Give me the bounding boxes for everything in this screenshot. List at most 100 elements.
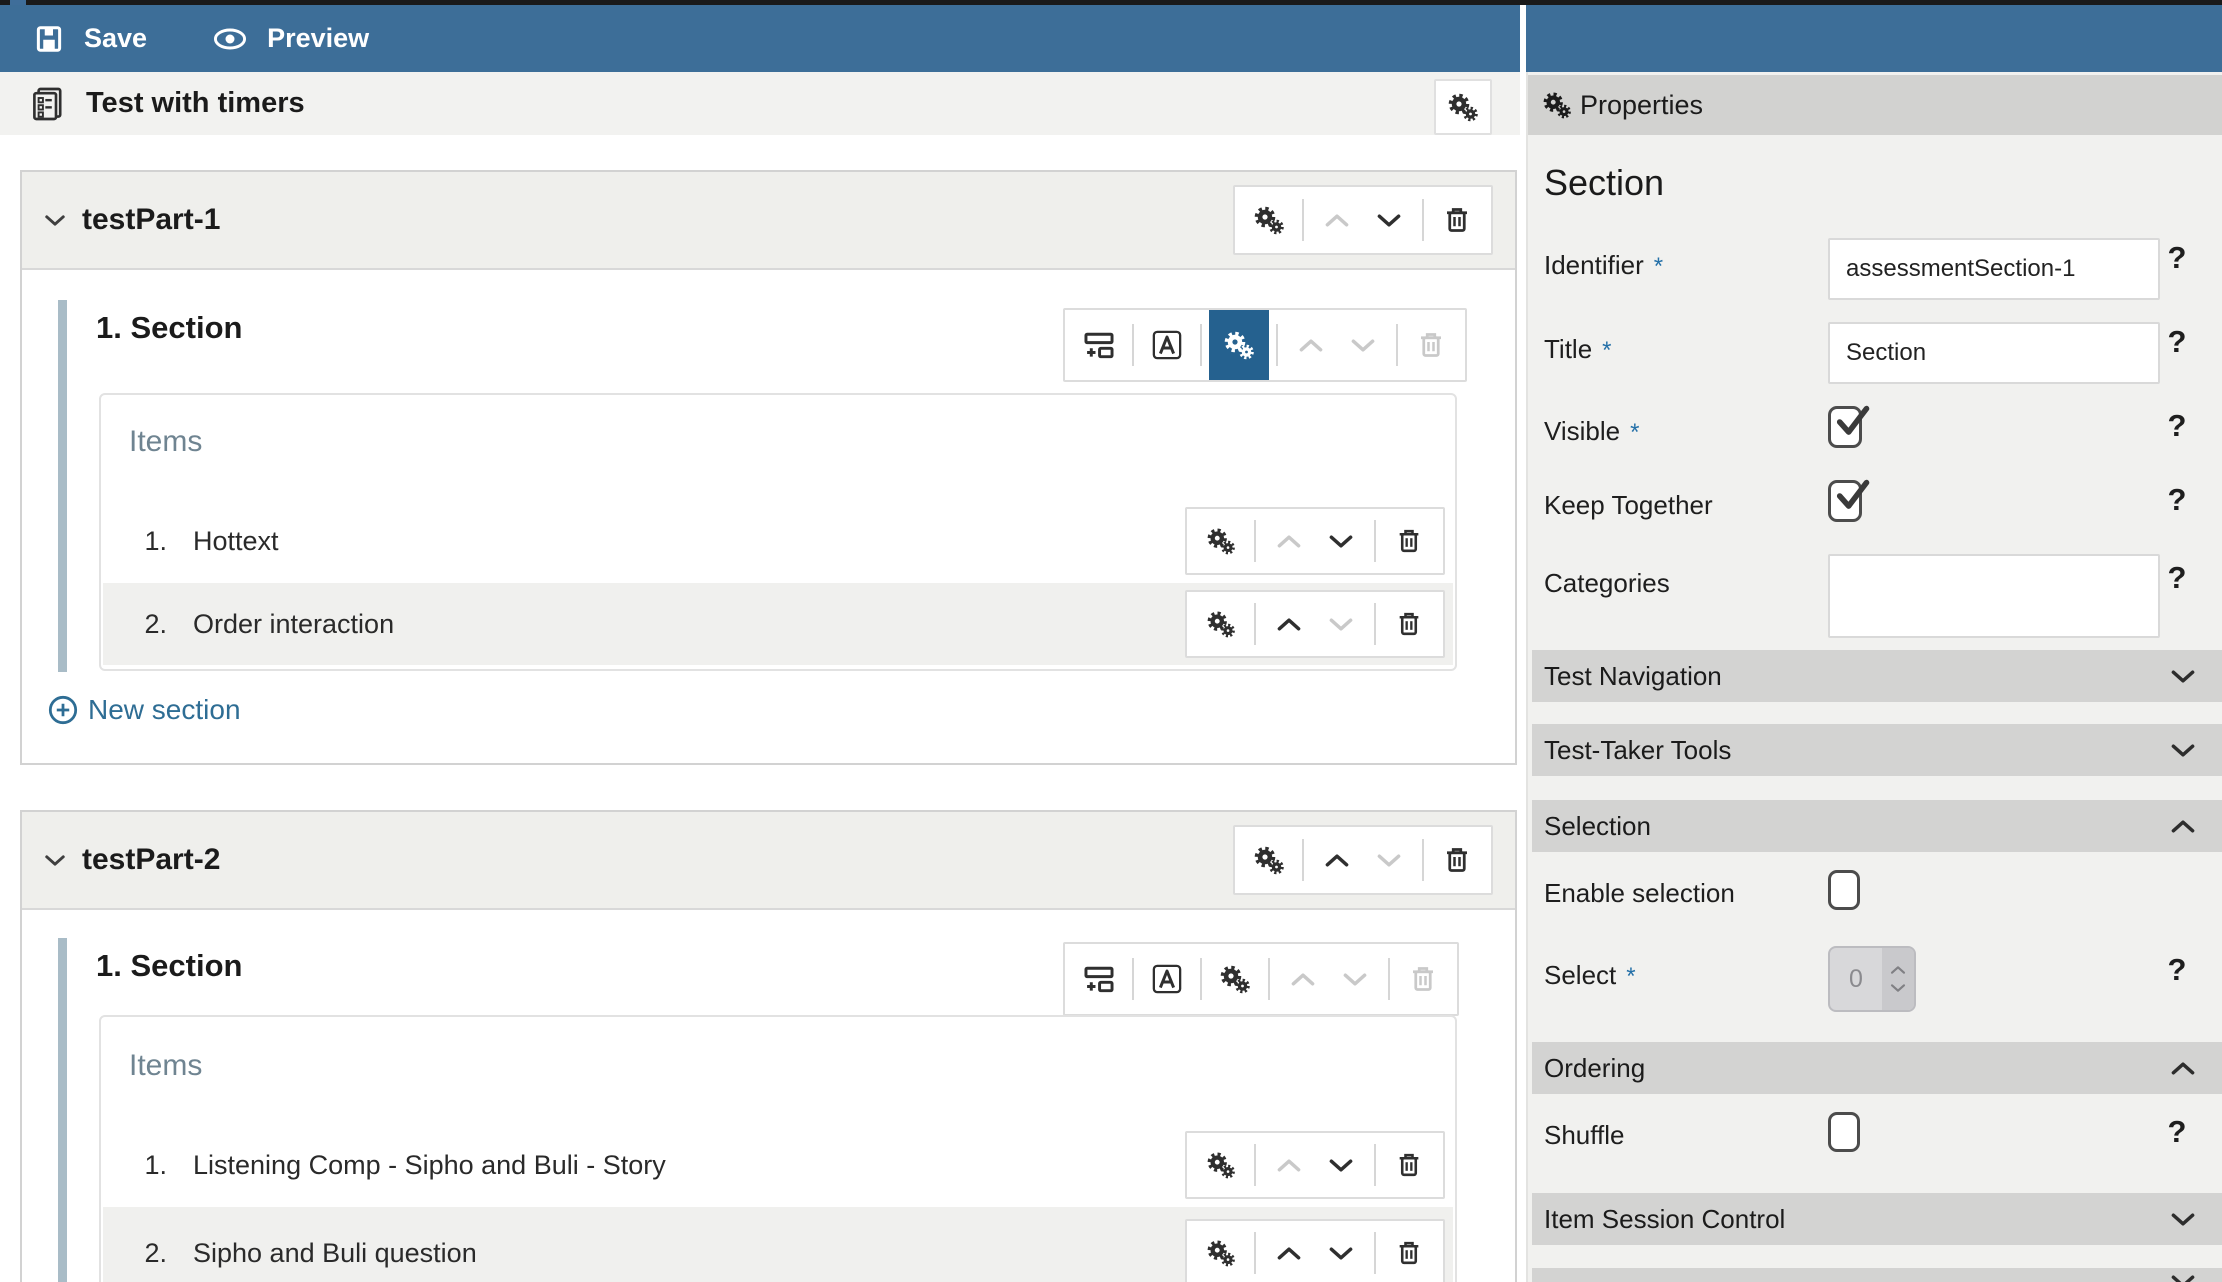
- delete-section-button: [1397, 944, 1449, 1014]
- identifier-label: Identifier *: [1544, 250, 1664, 280]
- move-up-button[interactable]: [1263, 592, 1315, 656]
- delete-item-button[interactable]: [1383, 1221, 1435, 1282]
- section-number: 1.: [96, 948, 122, 983]
- item-settings-button[interactable]: [1195, 1221, 1247, 1282]
- select-help-icon[interactable]: ?: [2162, 952, 2192, 988]
- select-label: Select *: [1544, 960, 1636, 990]
- keep-together-help-icon[interactable]: ?: [2162, 482, 2192, 518]
- accordion-ordering[interactable]: Ordering: [1532, 1042, 2222, 1094]
- item-number: 2.: [144, 608, 167, 639]
- visible-checkbox[interactable]: [1828, 406, 1862, 448]
- items-label: Items: [129, 425, 203, 458]
- test-part-2-header[interactable]: testPart-2: [22, 812, 1515, 910]
- item-label: Listening Comp - Sipho and Buli - Story: [193, 1149, 666, 1180]
- part-settings-button[interactable]: [1243, 827, 1295, 893]
- title-input[interactable]: [1828, 322, 2160, 384]
- move-up-button[interactable]: [1263, 1221, 1315, 1282]
- delete-item-button[interactable]: [1383, 592, 1435, 656]
- item-label: Hottext: [193, 525, 279, 556]
- plus-circle-icon: [48, 695, 78, 725]
- chevron-up-icon: [1276, 534, 1302, 549]
- gears-icon: [1206, 1238, 1236, 1268]
- test-part-2-toolbar: [1233, 825, 1493, 895]
- required-asterisk: *: [1626, 963, 1636, 990]
- new-section-button[interactable]: New section: [48, 694, 241, 726]
- item-row-listening-comp[interactable]: 1. Listening Comp - Sipho and Buli - Sto…: [103, 1123, 1453, 1207]
- move-down-button[interactable]: [1315, 509, 1367, 573]
- item-number: 1.: [144, 525, 167, 556]
- move-down-button[interactable]: [1363, 187, 1415, 253]
- rubric-block-button[interactable]: [1141, 310, 1193, 380]
- gears-icon: [1206, 609, 1236, 639]
- part-settings-button[interactable]: [1243, 187, 1295, 253]
- item-settings-button[interactable]: [1195, 509, 1247, 573]
- delete-item-button[interactable]: [1383, 509, 1435, 573]
- title-label: Title *: [1544, 334, 1612, 364]
- item-row-hottext[interactable]: 1. Hottext: [103, 499, 1453, 583]
- collapse-chevron-down-icon[interactable]: [44, 214, 66, 227]
- checkmark-icon: [1833, 403, 1871, 446]
- item-settings-button[interactable]: [1195, 592, 1247, 656]
- preview-button[interactable]: Preview: [213, 23, 369, 54]
- toolbar-separator: [1268, 958, 1270, 1000]
- accordion-partial-bottom[interactable]: [1532, 1268, 2222, 1282]
- add-item-button[interactable]: [1073, 310, 1125, 380]
- select-spinner-arrows[interactable]: [1882, 948, 1914, 1010]
- trash-icon: [1395, 1239, 1423, 1267]
- item-row-sipho-question[interactable]: 2. Sipho and Buli question: [103, 1207, 1453, 1282]
- delete-item-button[interactable]: [1383, 1133, 1435, 1197]
- section-settings-button[interactable]: [1209, 944, 1261, 1014]
- chevron-down-icon: [1350, 338, 1376, 353]
- chevron-down-icon: [1342, 972, 1368, 987]
- categories-help-icon[interactable]: ?: [2162, 560, 2192, 596]
- keep-together-checkbox[interactable]: [1828, 480, 1862, 522]
- section-accent-bar: [58, 938, 67, 1282]
- toolbar-separator: [1132, 958, 1134, 1000]
- delete-section-button: [1405, 310, 1457, 380]
- add-item-button[interactable]: [1073, 944, 1125, 1014]
- toolbar-separator: [1254, 520, 1256, 562]
- categories-input[interactable]: [1828, 554, 2160, 638]
- test-properties-button[interactable]: [1434, 79, 1492, 135]
- collapse-chevron-down-icon[interactable]: [44, 854, 66, 867]
- toolbar-separator: [1374, 1144, 1376, 1186]
- move-up-button[interactable]: [1311, 827, 1363, 893]
- enable-selection-checkbox[interactable]: [1828, 870, 1860, 910]
- gears-icon: [1447, 91, 1479, 123]
- accordion-test-navigation[interactable]: Test Navigation: [1532, 650, 2222, 702]
- item-settings-button[interactable]: [1195, 1133, 1247, 1197]
- items-label: Items: [129, 1049, 203, 1082]
- item-row-order-interaction[interactable]: 2. Order interaction: [103, 583, 1453, 665]
- item-number: 2.: [144, 1237, 167, 1268]
- toolbar-separator: [1396, 324, 1398, 366]
- visible-help-icon[interactable]: ?: [2162, 408, 2192, 444]
- save-button-label: Save: [84, 23, 148, 53]
- shuffle-help-icon[interactable]: ?: [2162, 1114, 2192, 1150]
- move-down-button[interactable]: [1315, 1221, 1367, 1282]
- test-part-1-header[interactable]: testPart-1: [22, 172, 1515, 270]
- select-spinner[interactable]: 0: [1828, 946, 1916, 1012]
- items-box: Items 1. Listening Comp - Sipho and Buli…: [99, 1015, 1457, 1282]
- accordion-item-session-control[interactable]: Item Session Control: [1532, 1193, 2222, 1245]
- save-button[interactable]: Save: [34, 23, 147, 54]
- item-number: 1.: [144, 1149, 167, 1180]
- accordion-test-taker-tools[interactable]: Test-Taker Tools: [1532, 724, 2222, 776]
- item-toolbar: [1185, 1219, 1445, 1282]
- shuffle-label: Shuffle: [1544, 1120, 1625, 1150]
- delete-part-button[interactable]: [1431, 827, 1483, 893]
- items-box: Items 1. Hottext 2. Order interaction: [99, 393, 1457, 671]
- identifier-input[interactable]: [1828, 238, 2160, 300]
- identifier-help-icon[interactable]: ?: [2162, 240, 2192, 276]
- item-toolbar: [1185, 507, 1445, 575]
- section-settings-button[interactable]: [1209, 310, 1269, 380]
- rubric-block-button[interactable]: [1141, 944, 1193, 1014]
- toolbar-separator: [1254, 603, 1256, 645]
- shuffle-checkbox[interactable]: [1828, 1112, 1860, 1152]
- section-1-toolbar: [1063, 308, 1467, 382]
- delete-part-button[interactable]: [1431, 187, 1483, 253]
- accordion-selection[interactable]: Selection: [1532, 800, 2222, 852]
- title-help-icon[interactable]: ?: [2162, 324, 2192, 360]
- toolbar-separator: [1422, 199, 1424, 241]
- properties-section-heading: Section: [1544, 162, 1665, 203]
- move-down-button[interactable]: [1315, 1133, 1367, 1197]
